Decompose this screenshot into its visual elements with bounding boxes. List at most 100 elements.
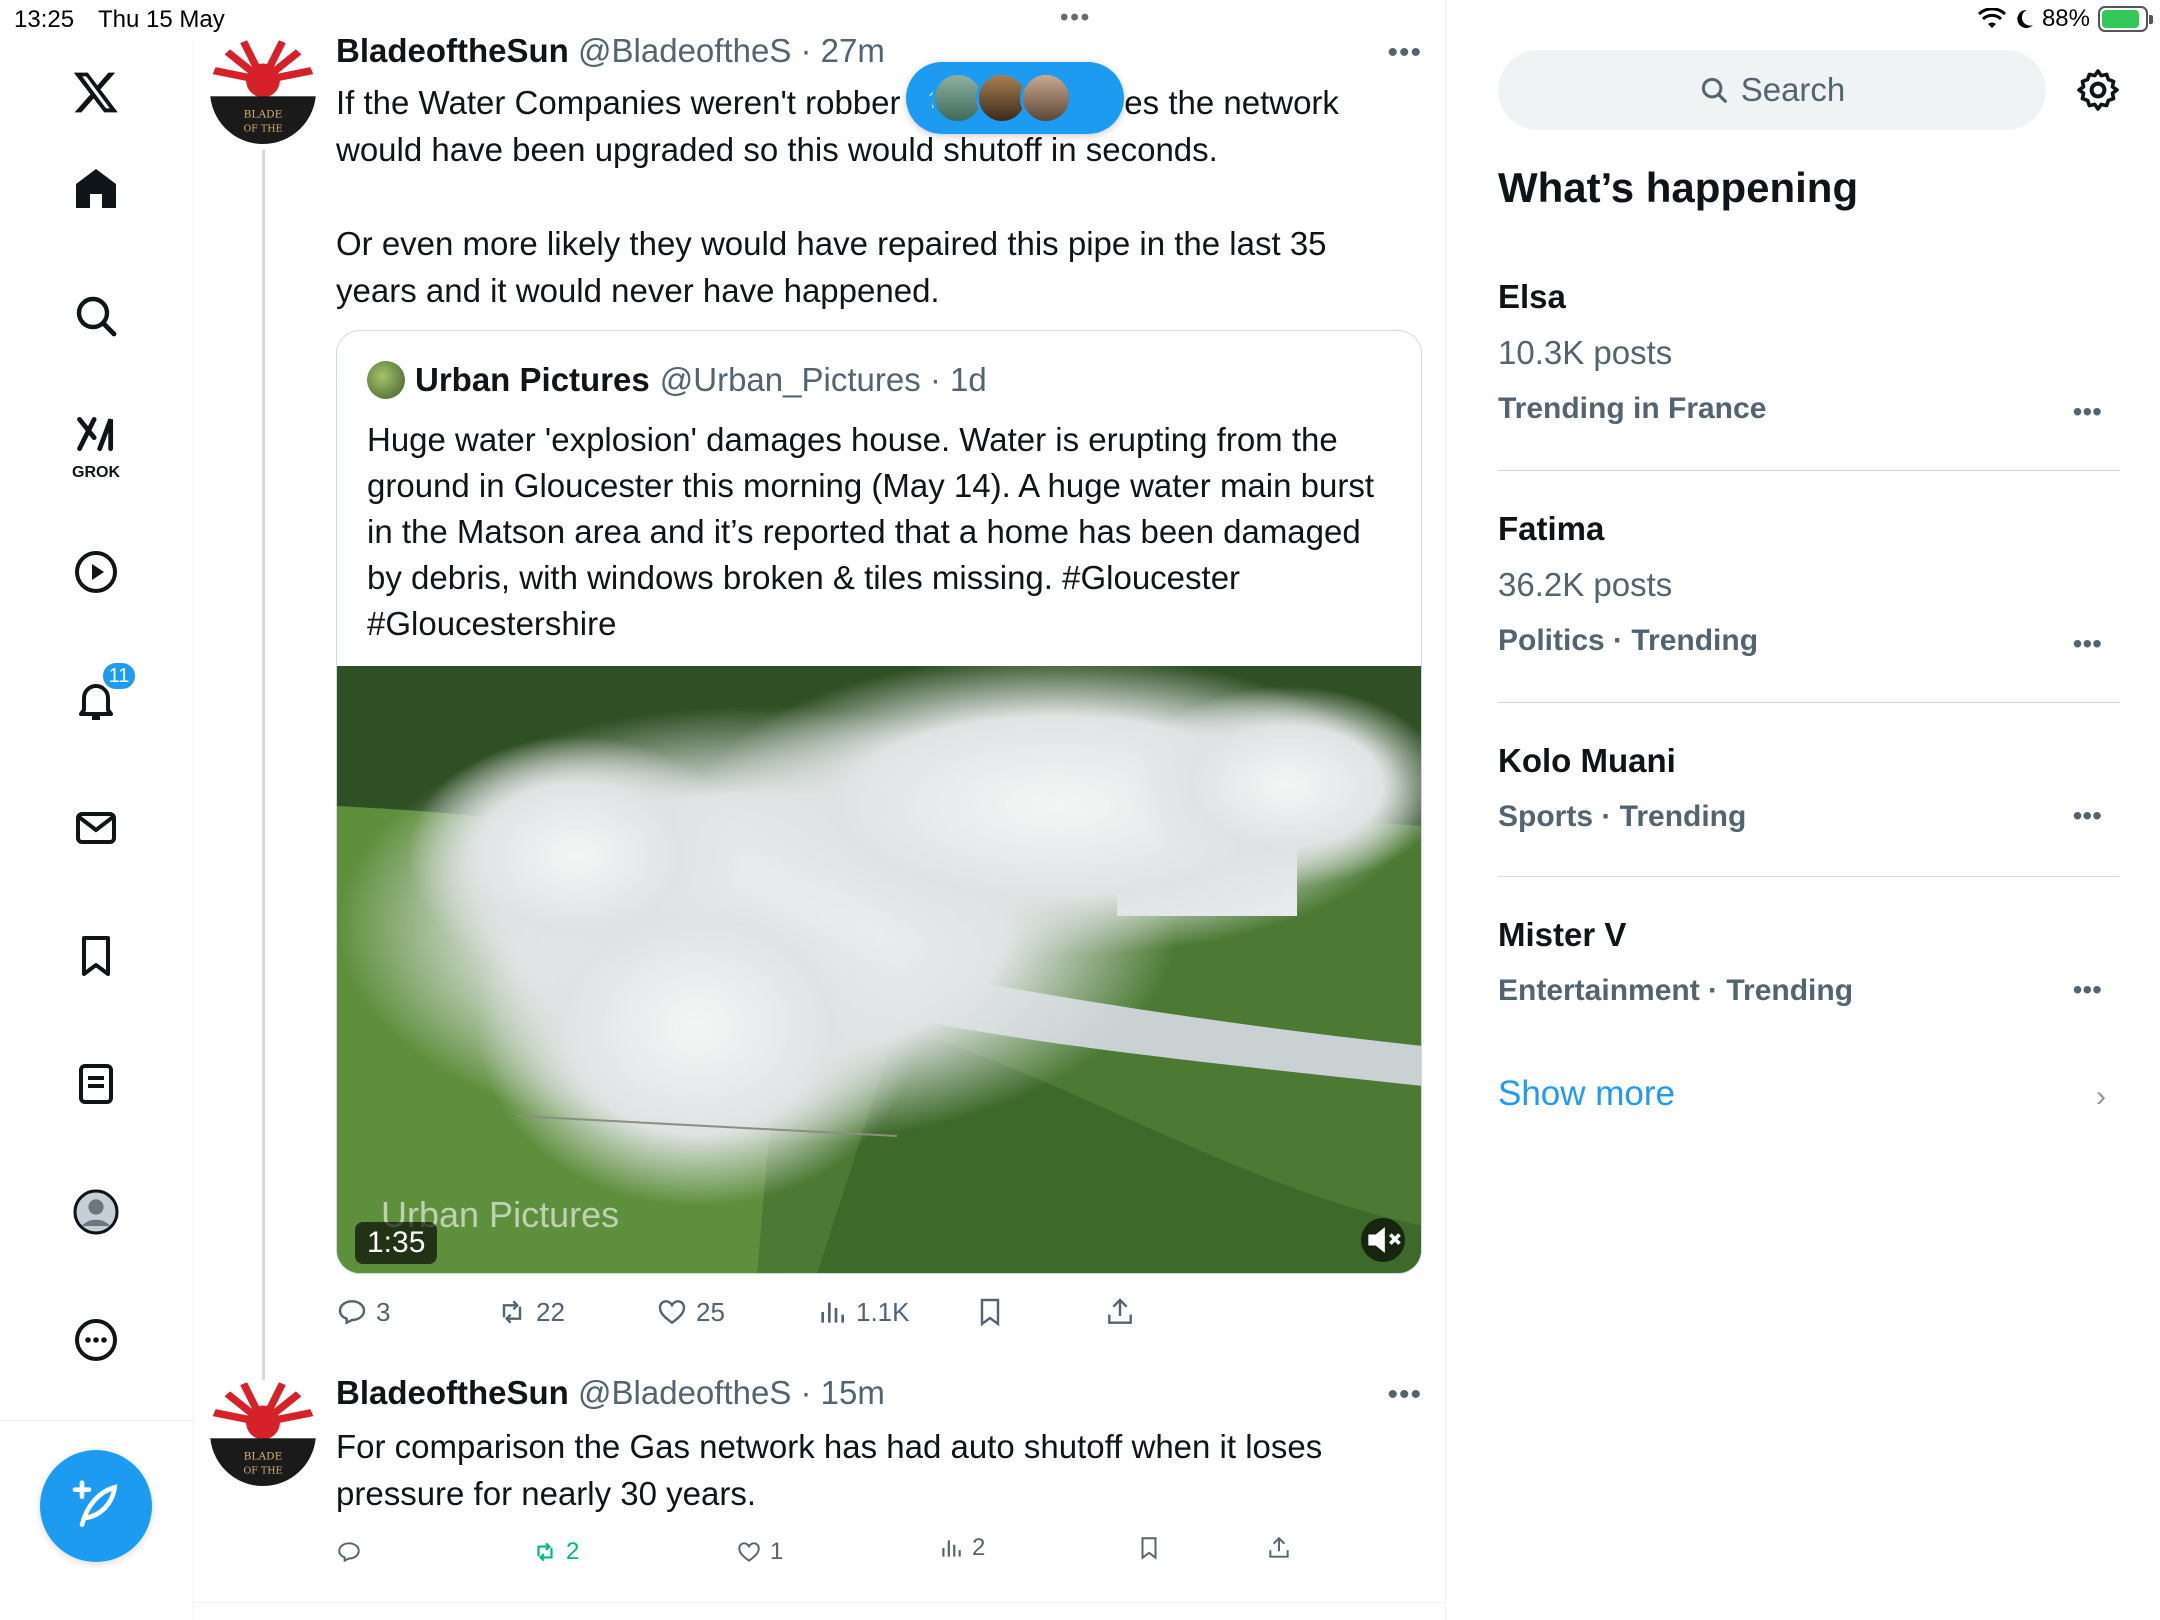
svg-text:BLADE: BLADE: [244, 1451, 283, 1463]
trend-more-icon[interactable]: •••: [2073, 800, 2102, 832]
share-icon: [1269, 1536, 1289, 1558]
nav-grok[interactable]: GROK: [50, 398, 142, 490]
quote-author-name: Urban Pictures: [415, 361, 650, 398]
repost-icon: [502, 1300, 522, 1324]
repost-count: 2: [566, 1538, 580, 1565]
search-icon: [1701, 77, 1727, 103]
show-more-link[interactable]: Show more: [1498, 1074, 1675, 1114]
timeline: BLADE OF THE BladeoftheSun @BladeoftheS …: [194, 0, 1446, 1620]
nav-profile[interactable]: [50, 1166, 142, 1258]
tweet-more-icon[interactable]: •••: [1387, 36, 1422, 70]
reply-button[interactable]: [336, 1532, 370, 1572]
blade-of-the-sun-avatar-icon: BLADE OF THE: [210, 38, 316, 144]
chevron-right-icon[interactable]: ›: [2096, 1080, 2106, 1114]
author-handle[interactable]: @BladeoftheS: [578, 32, 791, 69]
compose-button[interactable]: [40, 1450, 152, 1562]
tweet-actions: 2 1 2: [336, 1532, 1416, 1572]
like-button[interactable]: 1: [736, 1532, 783, 1572]
trend-divider: [1498, 702, 2120, 703]
trend-item[interactable]: Elsa 10.3K posts Trending in France •••: [1498, 278, 2120, 428]
left-navigation: GROK 11: [0, 40, 194, 1620]
messages-icon: [76, 812, 116, 844]
trend-divider: [1498, 470, 2120, 471]
reply-button[interactable]: 3: [336, 1292, 390, 1332]
author-handle[interactable]: @BladeoftheS: [578, 1374, 791, 1411]
quote-time: 1d: [950, 361, 987, 398]
mute-button[interactable]: [1361, 1218, 1405, 1262]
trend-item[interactable]: Fatima 36.2K posts Politics · Trending •…: [1498, 510, 2120, 660]
more-icon: [75, 1319, 117, 1361]
like-button[interactable]: 25: [656, 1292, 725, 1332]
views-chart-icon: [942, 1540, 961, 1557]
heart-icon: [658, 1300, 686, 1325]
like-count: 25: [696, 1296, 725, 1327]
trend-divider: [1498, 876, 2120, 877]
status-time: 13:25: [14, 6, 75, 33]
nav-lists[interactable]: [50, 1038, 142, 1130]
author-name[interactable]: BladeoftheSun: [336, 32, 569, 69]
tweet-time[interactable]: 27m: [821, 32, 885, 69]
trend-title: Kolo Muani: [1498, 742, 1676, 779]
tweet-text: For comparison the Gas network has had a…: [336, 1428, 1332, 1512]
repost-icon: [537, 1542, 553, 1562]
nav-notifications[interactable]: 11: [50, 654, 142, 746]
blade-of-the-sun-avatar-icon: BLADE OF THE: [210, 1380, 316, 1486]
trend-meta: Politics · Trending: [1498, 624, 1759, 657]
nav-more[interactable]: [50, 1294, 142, 1386]
water-burst-video-thumbnail: [337, 666, 1421, 1273]
trend-count: 10.3K posts: [1498, 334, 1673, 371]
avatar[interactable]: BLADE OF THE: [210, 38, 316, 144]
svg-text:OF THE: OF THE: [243, 123, 282, 134]
trend-item[interactable]: Kolo Muani Sports · Trending •••: [1498, 742, 2120, 834]
bookmark-button[interactable]: [974, 1292, 1006, 1332]
views-button[interactable]: 1.1K: [816, 1292, 910, 1332]
trend-count: 36.2K posts: [1498, 566, 1673, 603]
quoted-tweet[interactable]: Urban Pictures @Urban_Pictures · 1d Huge…: [336, 330, 1422, 1274]
search-input[interactable]: Search: [1498, 50, 2046, 130]
quote-header: Urban Pictures @Urban_Pictures · 1d: [367, 361, 987, 399]
author-name[interactable]: BladeoftheSun: [336, 1374, 569, 1411]
tweet-text: If the Water Companies weren't robber ba…: [336, 84, 1339, 309]
trend-title: Elsa: [1498, 278, 1566, 315]
lists-icon: [79, 1064, 113, 1104]
nav-bookmarks[interactable]: [50, 910, 142, 1002]
panel-title: What’s happening: [1498, 164, 1859, 211]
nav-messages[interactable]: [50, 782, 142, 874]
repost-count: 22: [536, 1296, 565, 1327]
speaker-muted-icon: [1368, 1227, 1401, 1253]
reply-icon: [338, 1300, 366, 1325]
video-player[interactable]: Urban Pictures 1:35: [337, 666, 1421, 1273]
bookmark-button[interactable]: [1136, 1528, 1162, 1568]
tweet-actions: 3 22 25 1.1K: [336, 1292, 1416, 1332]
view-count: 1.1K: [856, 1296, 910, 1327]
share-button[interactable]: [1104, 1292, 1136, 1332]
share-button[interactable]: [1266, 1528, 1292, 1568]
repost-button[interactable]: 2: [532, 1532, 579, 1572]
trend-item[interactable]: Mister V Entertainment · Trending •••: [1498, 916, 2120, 1008]
repost-button[interactable]: 22: [496, 1292, 565, 1332]
tweet-time[interactable]: 15m: [821, 1374, 885, 1411]
quote-avatar[interactable]: [367, 361, 405, 399]
tweet-more-icon[interactable]: •••: [1387, 1378, 1422, 1412]
views-chart-icon: [821, 1302, 844, 1323]
gear-icon[interactable]: [2074, 66, 2122, 114]
bookmarks-icon: [82, 936, 110, 976]
avatar[interactable]: BLADE OF THE: [210, 1380, 316, 1486]
trend-more-icon[interactable]: •••: [2073, 396, 2102, 428]
svg-text:OF THE: OF THE: [243, 1465, 282, 1476]
new-posts-pill[interactable]: ↑: [906, 62, 1124, 134]
quote-text: Huge water 'explosion' damages house. Wa…: [367, 421, 1384, 642]
nav-home[interactable]: [50, 142, 142, 234]
trend-more-icon[interactable]: •••: [2073, 974, 2102, 1006]
nav-explore[interactable]: [50, 270, 142, 362]
views-button[interactable]: 2: [938, 1528, 985, 1568]
grok-icon: [77, 416, 114, 452]
bookmark-icon: [980, 1298, 1000, 1327]
nav-video[interactable]: [50, 526, 142, 618]
separator: ·: [791, 32, 821, 69]
video-icon: [75, 551, 117, 593]
reply-icon: [338, 1542, 360, 1563]
trend-more-icon[interactable]: •••: [2073, 628, 2102, 660]
grok-label: GROK: [72, 464, 120, 481]
x-logo[interactable]: [50, 46, 142, 138]
